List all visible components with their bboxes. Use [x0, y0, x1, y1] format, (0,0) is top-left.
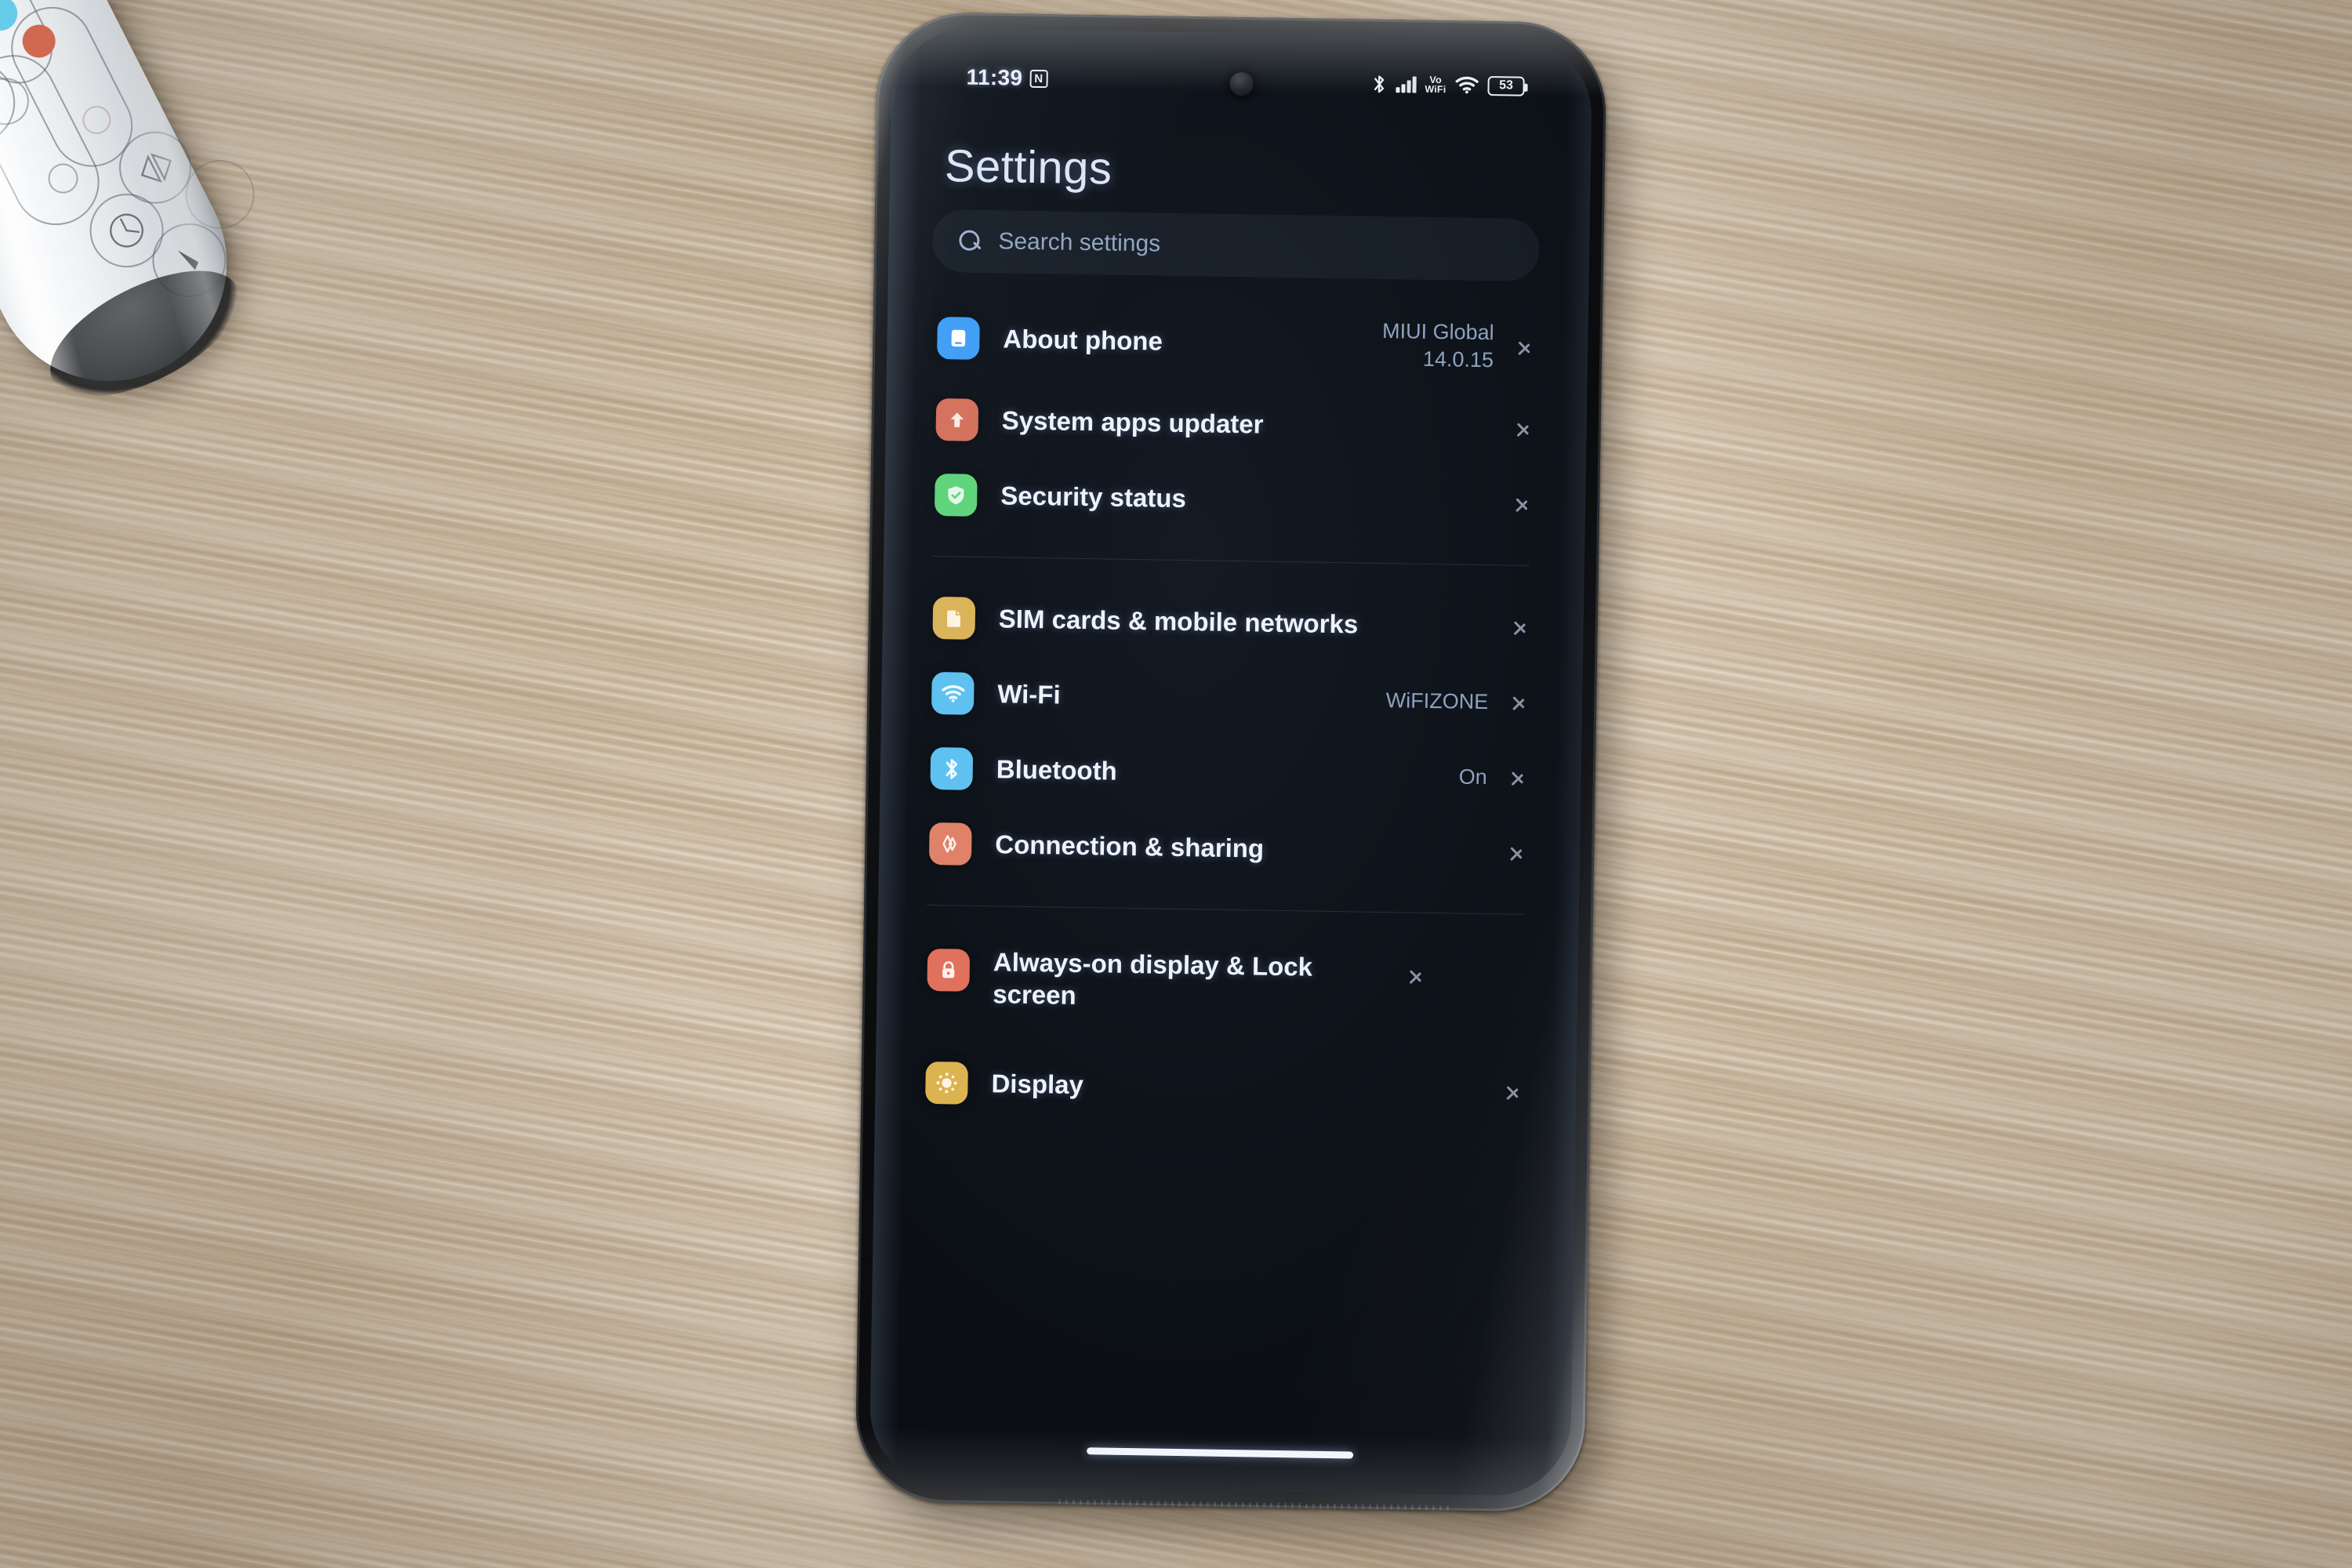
frame-vertical-gloss — [855, 11, 1607, 1513]
smartphone: 11:39 N Vo WiFi — [855, 11, 1624, 1534]
phone-frame: 11:39 N Vo WiFi — [855, 11, 1607, 1513]
photo-scene: 11:39 N Vo WiFi — [0, 0, 2352, 1568]
